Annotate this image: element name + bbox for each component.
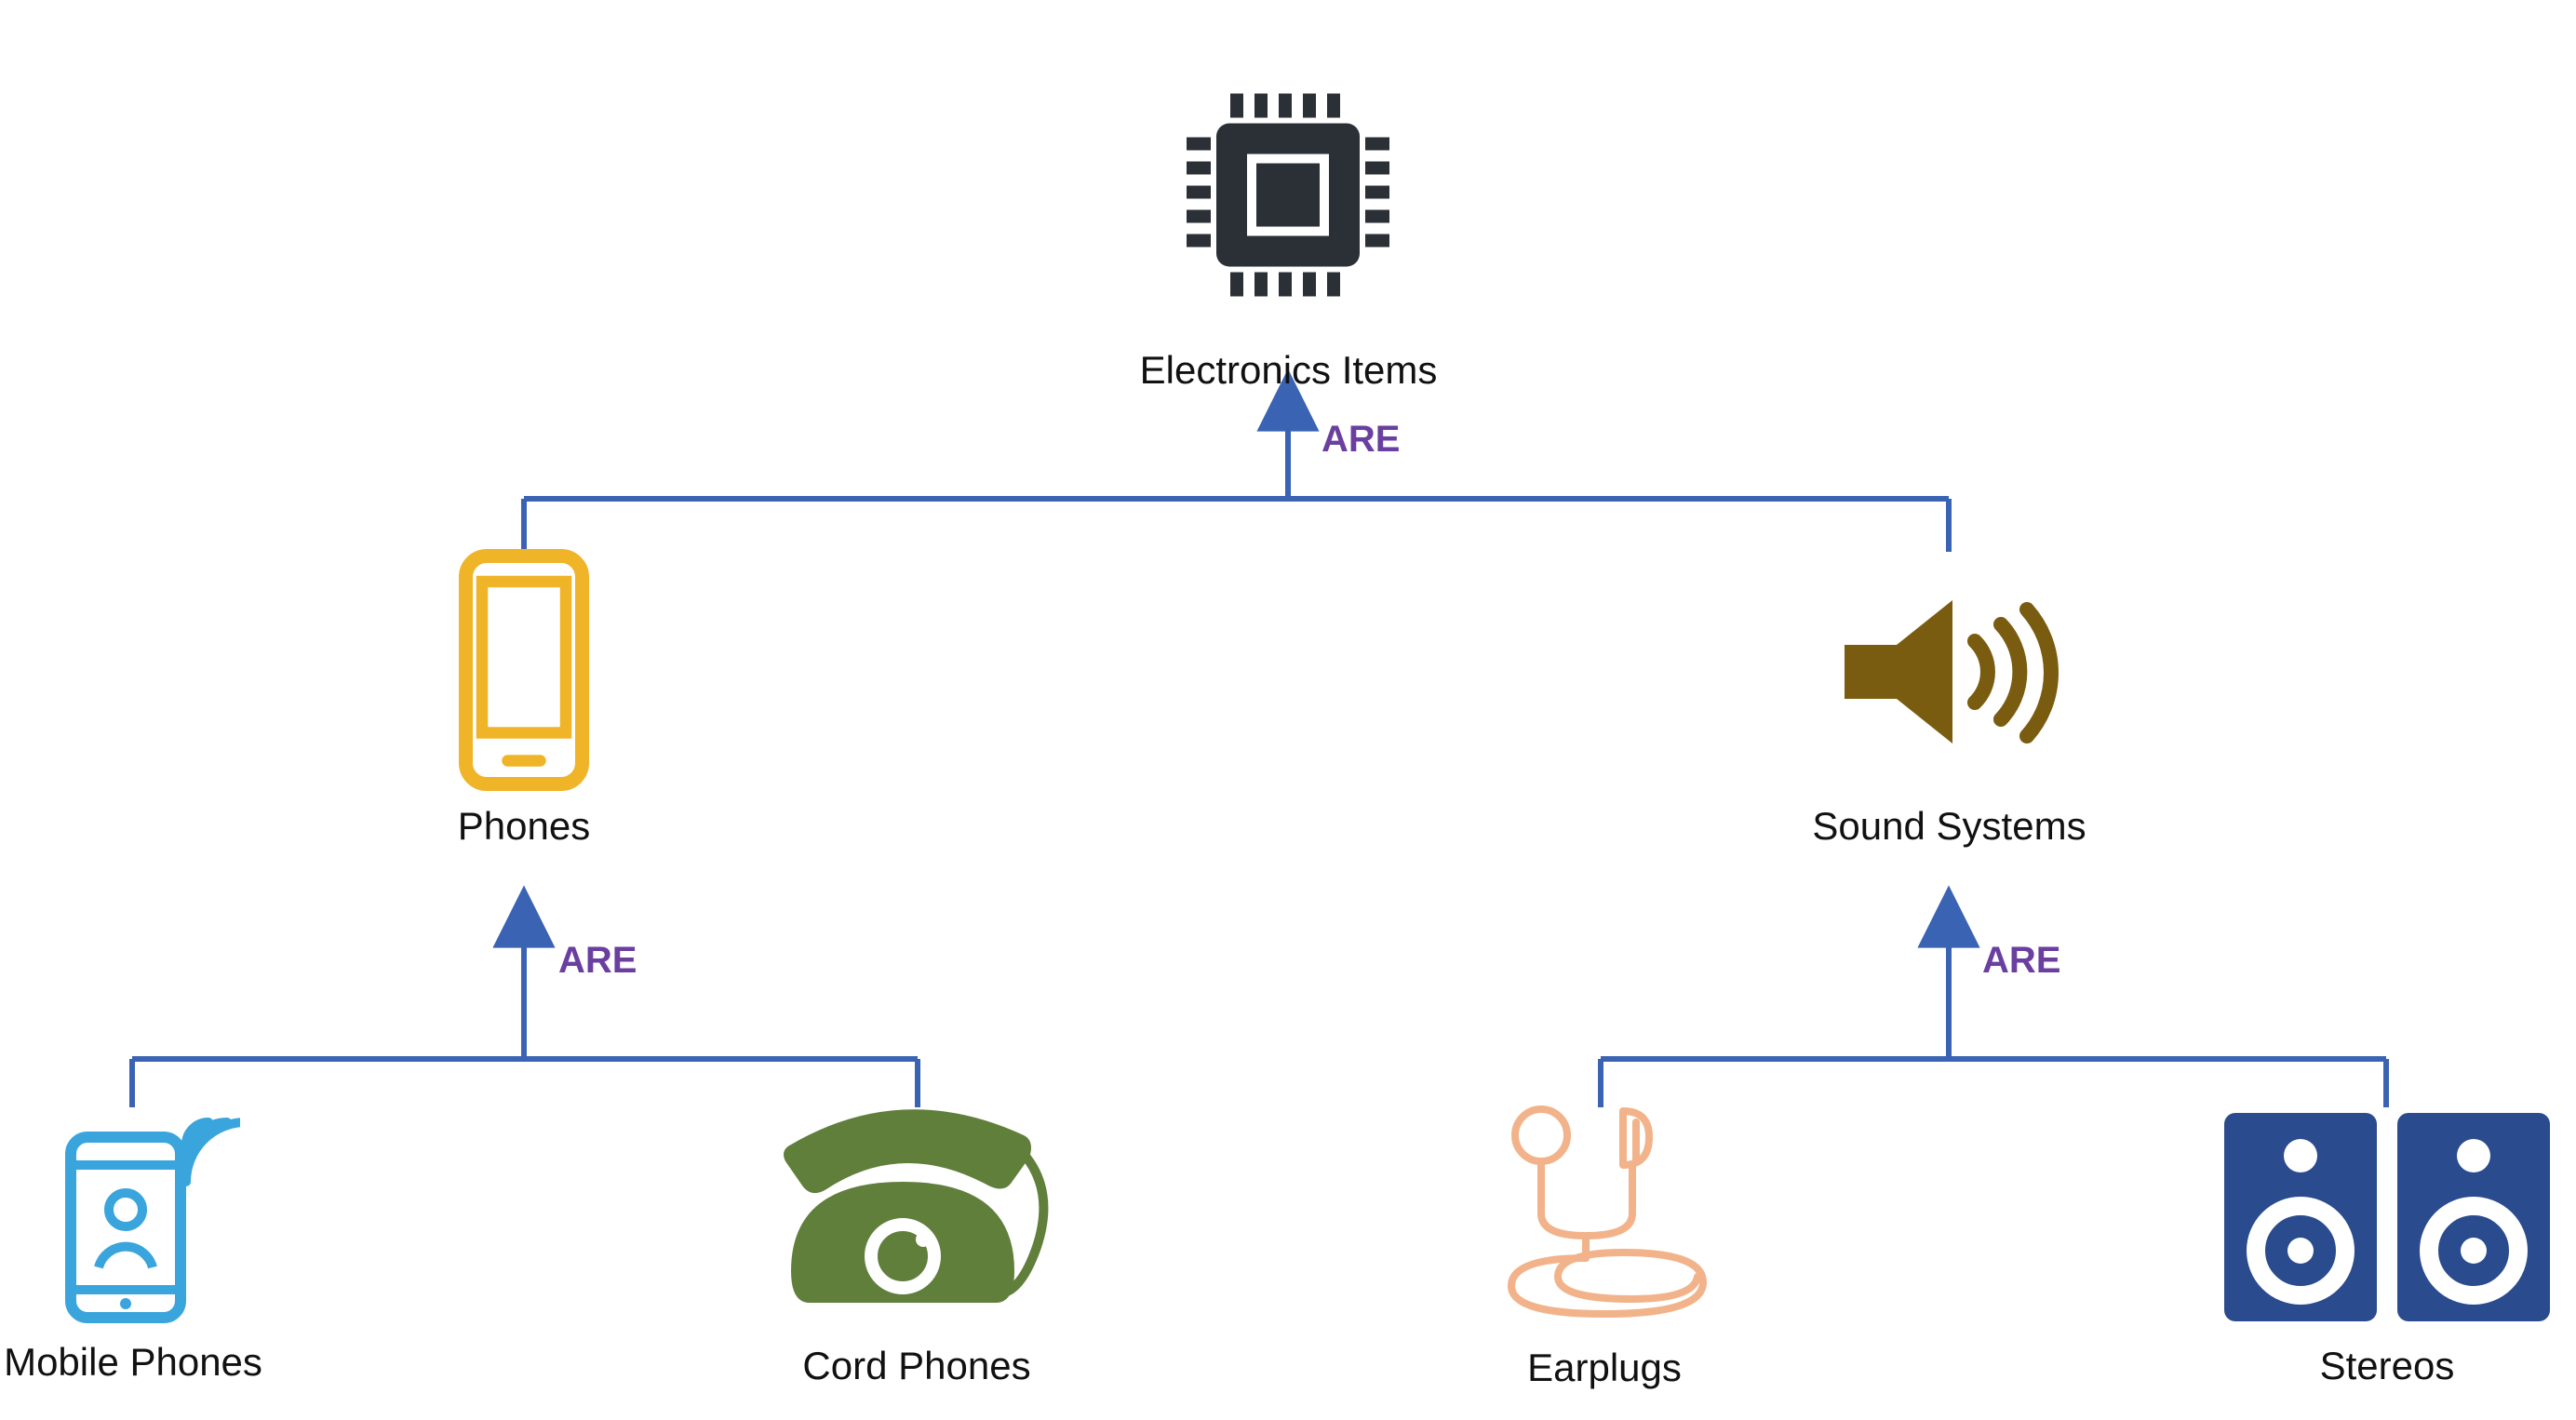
cord-phone-icon: [754, 1079, 1080, 1331]
node-earplugs: Earplugs: [1483, 1091, 1725, 1390]
mobile-blue-icon: [26, 1104, 240, 1327]
node-stereos: Stereos: [2215, 1104, 2559, 1388]
node-label: Mobile Phones: [4, 1340, 262, 1385]
node-label: Cord Phones: [802, 1344, 1030, 1388]
node-sound-systems: Sound Systems: [1826, 549, 2073, 849]
edge-label-root: ARE: [1322, 419, 1400, 461]
node-electronics: Electronics Items: [1179, 56, 1398, 393]
node-label: Stereos: [2320, 1344, 2455, 1388]
stereo-icon: [2215, 1104, 2559, 1331]
edge-label-phones: ARE: [558, 940, 637, 982]
hierarchy-diagram: ARE ARE ARE Electronics Items: [0, 0, 2576, 1420]
node-cord-phones: Cord Phones: [754, 1079, 1080, 1388]
node-label: Phones: [458, 804, 590, 849]
speaker-brown-icon: [1826, 549, 2073, 791]
node-label: Electronics Items: [1140, 348, 1438, 393]
node-label: Sound Systems: [1812, 804, 2086, 849]
node-label: Earplugs: [1527, 1346, 1682, 1390]
edge-label-sound: ARE: [1982, 940, 2060, 982]
earplugs-icon: [1483, 1091, 1725, 1333]
node-mobile-phones: Mobile Phones: [26, 1104, 240, 1385]
chip-icon: [1179, 56, 1398, 335]
node-phones: Phones: [454, 549, 594, 849]
smartphone-yellow-icon: [454, 549, 594, 791]
